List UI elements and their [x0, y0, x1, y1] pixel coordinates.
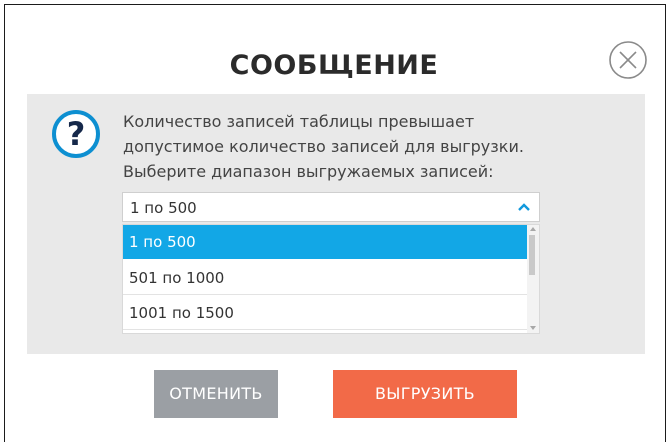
message-line: допустимое количество записей для выгруз…: [123, 137, 524, 156]
range-dropdown-list: 1 по 500 501 по 1000 1001 по 1500: [122, 224, 540, 334]
dropdown-option[interactable]: 1 по 500: [123, 225, 527, 259]
dropdown-scrollbar[interactable]: [527, 225, 539, 333]
message-line: Количество записей таблицы превышает: [123, 112, 475, 131]
close-icon[interactable]: [607, 39, 649, 81]
chevron-up-icon[interactable]: [517, 200, 531, 214]
dialog-title: СООБЩЕНИЕ: [229, 50, 439, 81]
dropdown-option[interactable]: 1001 по 1500: [123, 296, 527, 330]
svg-text:?: ?: [67, 115, 86, 153]
dialog-message: Количество записей таблицы превышает доп…: [123, 109, 623, 184]
scroll-up-icon[interactable]: [530, 226, 536, 232]
range-select[interactable]: 1 по 500: [122, 192, 540, 222]
message-line: Выберите диапазон выгружаемых записей:: [123, 162, 494, 181]
range-select-value: 1 по 500: [130, 199, 197, 217]
question-icon: ?: [52, 110, 100, 158]
scroll-down-icon[interactable]: [530, 325, 536, 331]
cancel-button[interactable]: ОТМЕНИТЬ: [154, 370, 278, 418]
export-button[interactable]: ВЫГРУЗИТЬ: [333, 370, 517, 418]
scroll-thumb[interactable]: [529, 235, 535, 275]
dropdown-option[interactable]: 501 по 1000: [123, 261, 527, 295]
